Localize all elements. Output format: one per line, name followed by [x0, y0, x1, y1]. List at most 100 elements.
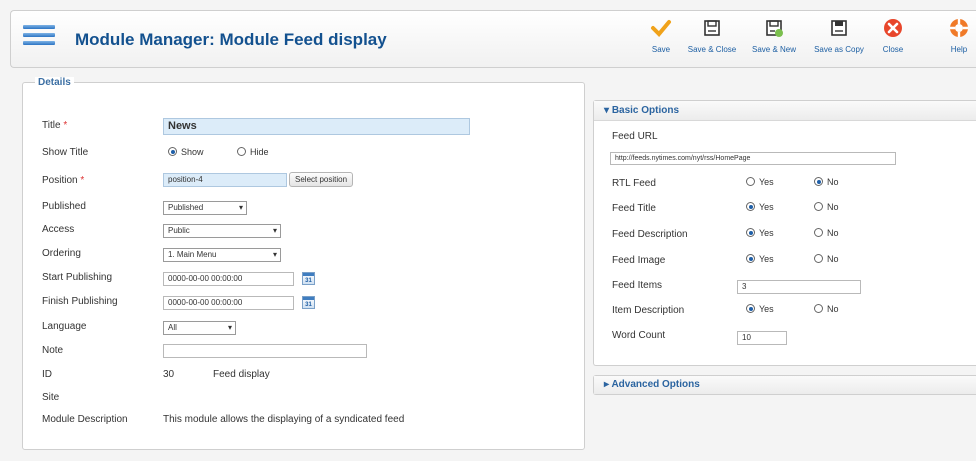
required-star: *: [80, 175, 85, 186]
save-new-button-label: Save & New: [751, 45, 797, 54]
radio-selected-icon: [746, 254, 755, 263]
title-input[interactable]: News: [163, 118, 470, 135]
yes-label: Yes: [759, 304, 774, 314]
save-button[interactable]: Save: [647, 17, 675, 54]
no-label: No: [827, 228, 839, 238]
help-button[interactable]: Help: [945, 17, 973, 54]
feed-items-label: Feed Items: [612, 280, 663, 291]
show-title-show-radio[interactable]: Show: [168, 147, 204, 157]
position-input[interactable]: position-4: [163, 173, 287, 187]
item-description-label: Item Description: [612, 305, 685, 316]
radio-unselected-icon: [814, 202, 823, 211]
save-new-button[interactable]: Save & New: [751, 17, 797, 54]
rtl-feed-yes-radio[interactable]: Yes: [746, 177, 774, 187]
close-icon: [884, 19, 902, 37]
dropdown-arrow-icon: ▾: [272, 250, 277, 259]
hide-option-label: Hide: [250, 147, 269, 157]
yes-label: Yes: [759, 228, 774, 238]
site-label: Site: [42, 392, 60, 403]
no-label: No: [827, 254, 839, 264]
feed-description-yes-radio[interactable]: Yes: [746, 228, 774, 238]
radio-unselected-icon: [814, 228, 823, 237]
show-title-label: Show Title: [42, 147, 89, 158]
no-label: No: [827, 177, 839, 187]
feed-url-input[interactable]: http://feeds.nytimes.com/nyt/rss/HomePag…: [610, 152, 896, 165]
radio-unselected-icon: [814, 254, 823, 263]
ordering-select[interactable]: 1. Main Menu ▾: [163, 248, 281, 262]
show-title-hide-radio[interactable]: Hide: [237, 147, 269, 157]
feed-image-yes-radio[interactable]: Yes: [746, 254, 774, 264]
feed-url-label: Feed URL: [612, 131, 658, 142]
help-icon: [950, 19, 968, 37]
radio-selected-icon: [746, 202, 755, 211]
title-label-text: Title: [42, 120, 61, 131]
checkmark-icon: [651, 20, 671, 37]
module-description-value: This module allows the displaying of a s…: [163, 414, 405, 425]
finish-publishing-label: Finish Publishing: [42, 296, 118, 307]
position-label: Position *: [42, 175, 84, 186]
save-button-label: Save: [651, 45, 671, 54]
start-publishing-input[interactable]: 0000-00-00 00:00:00: [163, 272, 294, 286]
language-select[interactable]: All ▾: [163, 321, 236, 335]
save-as-copy-button-label: Save as Copy: [814, 45, 864, 54]
close-button-label: Close: [882, 45, 904, 54]
feed-description-no-radio[interactable]: No: [814, 228, 839, 238]
feed-title-no-radio[interactable]: No: [814, 202, 839, 212]
yes-label: Yes: [759, 202, 774, 212]
item-description-yes-radio[interactable]: Yes: [746, 304, 774, 314]
note-input[interactable]: [163, 344, 367, 358]
feed-title-label: Feed Title: [612, 203, 656, 214]
show-option-label: Show: [181, 147, 204, 157]
feed-items-input[interactable]: 3: [737, 280, 861, 294]
calendar-icon[interactable]: 31: [302, 296, 315, 309]
select-position-button[interactable]: Select position: [289, 172, 354, 187]
required-star: *: [63, 120, 68, 131]
module-description-label: Module Description: [42, 414, 128, 425]
page-title: Module Manager: Module Feed display: [75, 30, 387, 49]
dropdown-arrow-icon: ▾: [272, 226, 277, 235]
yes-label: Yes: [759, 177, 774, 187]
language-value: All: [168, 323, 177, 332]
access-select[interactable]: Public ▾: [163, 224, 281, 238]
start-publishing-label: Start Publishing: [42, 272, 113, 283]
save-new-icon: [766, 20, 783, 37]
position-label-text: Position: [42, 175, 78, 186]
rtl-feed-no-radio[interactable]: No: [814, 177, 839, 187]
basic-options-header[interactable]: ▾ Basic Options: [594, 101, 976, 121]
radio-selected-icon: [814, 177, 823, 186]
save-as-copy-button[interactable]: Save as Copy: [811, 17, 867, 54]
no-label: No: [827, 202, 839, 212]
close-button[interactable]: Close: [879, 17, 907, 54]
rtl-feed-label: RTL Feed: [612, 178, 656, 189]
note-label: Note: [42, 345, 64, 356]
no-label: No: [827, 304, 839, 314]
calendar-icon[interactable]: 31: [302, 272, 315, 285]
access-value: Public: [168, 226, 190, 235]
basic-options-title: Basic Options: [611, 105, 680, 116]
access-label: Access: [42, 224, 75, 235]
expand-arrow-icon: ▾: [604, 105, 610, 116]
radio-unselected-icon: [237, 147, 246, 156]
radio-selected-icon: [746, 304, 755, 313]
advanced-options-header[interactable]: ▸ Advanced Options: [594, 376, 976, 394]
published-select[interactable]: Published ▾: [163, 201, 247, 215]
feed-title-yes-radio[interactable]: Yes: [746, 202, 774, 212]
feed-image-no-radio[interactable]: No: [814, 254, 839, 264]
details-panel: Details: [22, 77, 585, 450]
id-value: 30: [163, 369, 175, 380]
module-type-value: Feed display: [213, 369, 270, 380]
finish-publishing-input[interactable]: 0000-00-00 00:00:00: [163, 296, 294, 310]
save-close-button[interactable]: Save & Close: [687, 17, 737, 54]
toolbar-header: Module Manager: Module Feed display Save…: [10, 10, 976, 68]
ordering-label: Ordering: [42, 248, 81, 259]
item-description-no-radio[interactable]: No: [814, 304, 839, 314]
help-button-label: Help: [950, 45, 968, 54]
save-close-button-label: Save & Close: [687, 45, 737, 54]
published-value: Published: [168, 203, 204, 212]
published-label: Published: [42, 201, 86, 212]
id-label: ID: [42, 369, 52, 380]
save-copy-icon: [831, 20, 847, 36]
word-count-input[interactable]: 10: [737, 331, 787, 345]
dropdown-arrow-icon: ▾: [227, 323, 232, 332]
dropdown-arrow-icon: ▾: [238, 203, 243, 212]
